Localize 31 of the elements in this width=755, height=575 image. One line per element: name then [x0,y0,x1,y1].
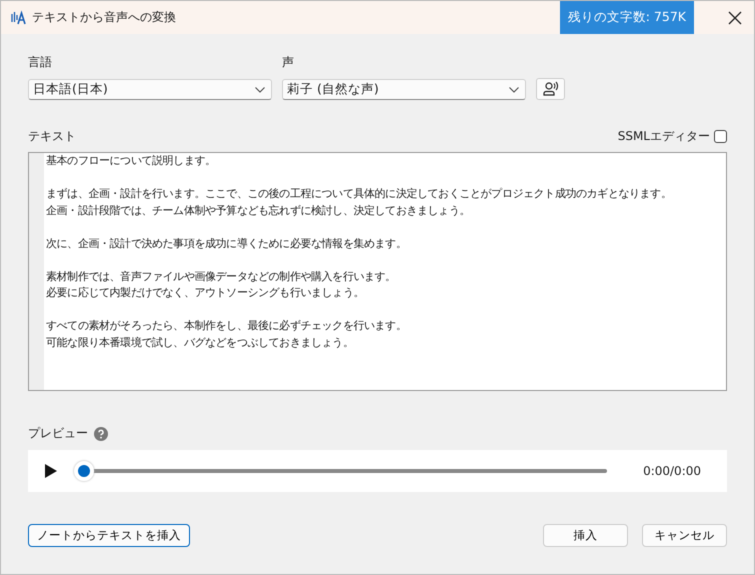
voice-dropdown[interactable]: 莉子 (自然な声) [282,79,526,100]
window-title: テキストから音声への変換 [32,9,177,26]
text-label: テキスト [28,128,76,145]
insert-from-notes-button[interactable]: ノートからテキストを挿入 [28,524,190,547]
ssml-editor-label: SSMLエディター [618,128,710,145]
cancel-button[interactable]: キャンセル [642,524,727,547]
voice-sample-button[interactable] [536,78,565,100]
text-input-area[interactable] [28,152,727,391]
playback-time: 0:00/0:00 [643,464,701,478]
text-line: すべての素材がそろったら、本制作をし、最後に必ずチェックを行います。 [46,318,408,334]
text-line: まずは、企画・設計を行います。ここで、この後の工程について具体的に決定しておくことがプロジェクト成功のカギとなります。 [46,186,672,202]
remaining-characters-badge: 残りの文字数: 757K [560,1,694,34]
language-dropdown[interactable]: 日本語(日本) [28,79,272,100]
text-line: 次に、企画・設計で決めた事項を成功に導くために必要な情報を集めます。 [46,236,408,252]
text-line: 企画・設計段階では、チーム体制や予算なども忘れずに検討し、決定しておきましょう。 [46,202,472,218]
language-label: 言語 [28,54,53,71]
speaking-person-icon [542,81,558,97]
text-line: 基本のフローについて説明します。 [46,153,217,169]
app-icon [10,10,26,26]
chevron-down-icon [509,86,519,92]
ssml-editor-checkbox[interactable] [714,130,727,143]
preview-label: プレビュー [28,425,88,442]
text-line: 可能な限り本番環境で試し、バグなどをつぶしておきましょう。 [46,334,354,350]
text-line: 素材制作では、音声ファイルや画像データなどの制作や購入を行います。 [46,268,397,284]
help-icon[interactable] [94,426,108,440]
chevron-down-icon [255,86,265,92]
voice-label: 声 [282,54,295,71]
text-line: 必要に応じて内製だけでなく、アウトソーシングも行いましょう。 [46,285,366,301]
close-icon[interactable] [728,10,742,24]
play-icon[interactable] [44,463,58,479]
insert-button[interactable]: 挿入 [543,524,628,547]
